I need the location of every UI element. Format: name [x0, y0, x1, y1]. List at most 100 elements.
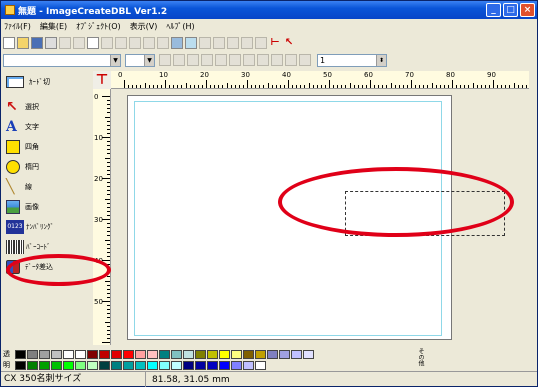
color-swatch[interactable] [99, 360, 110, 370]
maximize-button[interactable]: □ [503, 3, 518, 17]
zoom-fit-icon[interactable] [241, 37, 253, 49]
minimize-button[interactable]: _ [486, 3, 501, 17]
open-folder-icon[interactable] [17, 37, 29, 49]
font-size-select[interactable]: ▼ [125, 53, 155, 67]
color-swatch[interactable] [303, 349, 314, 359]
tool-numbering[interactable]: 0123 ﾅﾝﾊﾞﾘﾝｸﾞ [3, 217, 93, 237]
color-swatch[interactable] [147, 360, 158, 370]
underline-icon[interactable] [229, 54, 241, 66]
color-swatch[interactable] [159, 360, 170, 370]
color-swatch[interactable] [27, 360, 38, 370]
card-toggle-tool[interactable]: ｶｰﾄﾞ切 [3, 71, 93, 93]
color-swatch[interactable] [135, 349, 146, 359]
color-swatch[interactable] [51, 349, 62, 359]
color-swatch[interactable] [255, 360, 266, 370]
color-swatch[interactable] [39, 360, 50, 370]
color-swatch[interactable] [75, 349, 86, 359]
color-swatch[interactable] [123, 360, 134, 370]
color-swatch[interactable] [207, 360, 218, 370]
color-swatch[interactable] [123, 349, 134, 359]
tool-line[interactable]: ╲ 線 [3, 177, 93, 197]
italic-icon[interactable] [215, 54, 227, 66]
vertical-text-icon[interactable] [243, 54, 255, 66]
color-swatch[interactable] [135, 360, 146, 370]
tool-select[interactable]: ↖ 選択 [3, 97, 93, 117]
line-style-icon[interactable] [299, 54, 311, 66]
tool-ellipse[interactable]: 楕円 [3, 157, 93, 177]
pointer-icon[interactable]: ↖ [283, 37, 295, 49]
size-spinner[interactable]: 1 ⬍ [317, 53, 387, 67]
redo-icon[interactable] [129, 37, 141, 49]
spinner-arrows-icon[interactable]: ⬍ [376, 54, 386, 66]
cut-icon[interactable] [59, 37, 71, 49]
color-swatch[interactable] [63, 349, 74, 359]
color-swatch[interactable] [159, 349, 170, 359]
color-swatch[interactable] [111, 349, 122, 359]
color-swatch[interactable] [195, 360, 206, 370]
print-icon[interactable] [45, 37, 57, 49]
ruler-toggle-icon[interactable]: ⊢ [269, 37, 281, 49]
align-center-icon[interactable] [173, 54, 185, 66]
menu-view[interactable]: 表示(V) [130, 21, 158, 32]
color-swatch[interactable] [27, 349, 38, 359]
color-swatch[interactable] [99, 349, 110, 359]
paste-icon[interactable] [87, 37, 99, 49]
tool-rectangle[interactable]: 四角 [3, 137, 93, 157]
color-swatch[interactable] [111, 360, 122, 370]
line-width-icon[interactable] [285, 54, 297, 66]
color-swatch[interactable] [219, 360, 230, 370]
color-swatch[interactable] [195, 349, 206, 359]
group-icon[interactable] [171, 37, 183, 49]
color-swatch[interactable] [255, 349, 266, 359]
color-swatch[interactable] [51, 360, 62, 370]
color-swatch[interactable] [291, 349, 302, 359]
color-swatch[interactable] [147, 349, 158, 359]
ungroup-icon[interactable] [185, 37, 197, 49]
align-left-icon[interactable] [159, 54, 171, 66]
color-swatch[interactable] [219, 349, 230, 359]
undo-icon[interactable] [115, 37, 127, 49]
new-file-icon[interactable] [3, 37, 15, 49]
color-swatch[interactable] [87, 360, 98, 370]
zoom-page-icon[interactable] [255, 37, 267, 49]
back-icon[interactable] [157, 37, 169, 49]
color-swatch[interactable] [231, 349, 242, 359]
color-swatch[interactable] [87, 349, 98, 359]
color-swatch[interactable] [15, 360, 26, 370]
font-select[interactable]: ▼ [3, 53, 121, 67]
front-icon[interactable] [143, 37, 155, 49]
align-right-icon[interactable] [187, 54, 199, 66]
copy-icon[interactable] [73, 37, 85, 49]
color-swatch[interactable] [15, 349, 26, 359]
more-colors-button[interactable]: その他 [413, 348, 424, 370]
menu-file[interactable]: ﾌｧｲﾙ(F) [4, 21, 31, 32]
color-swatch[interactable] [75, 360, 86, 370]
color-swatch[interactable] [243, 360, 254, 370]
menu-help[interactable]: ﾍﾙﾌﾟ(H) [166, 21, 194, 32]
color-swatch[interactable] [63, 360, 74, 370]
color-swatch[interactable] [183, 360, 194, 370]
tool-text[interactable]: A 文字 [3, 117, 93, 137]
bold-icon[interactable] [201, 54, 213, 66]
ruler-corner-icon[interactable]: ⊤ [93, 71, 111, 89]
menu-object[interactable]: ｵﾌﾞｼﾞｪｸﾄ(O) [76, 21, 121, 32]
close-button[interactable]: × [520, 3, 535, 17]
color-swatch[interactable] [267, 349, 278, 359]
color-swatch[interactable] [279, 349, 290, 359]
zoom-out-icon[interactable] [227, 37, 239, 49]
color-swatch[interactable] [243, 349, 254, 359]
color-swatch[interactable] [231, 360, 242, 370]
delete-icon[interactable] [101, 37, 113, 49]
color-swatch[interactable] [207, 349, 218, 359]
color-swatch[interactable] [183, 349, 194, 359]
menu-edit[interactable]: 編集(E) [40, 21, 67, 32]
save-icon[interactable] [31, 37, 43, 49]
color-swatch[interactable] [171, 360, 182, 370]
vertical-scrollbar[interactable] [529, 71, 537, 346]
fill-icon[interactable] [271, 54, 283, 66]
zoom-in-icon[interactable] [213, 37, 225, 49]
text-frame-icon[interactable] [257, 54, 269, 66]
tool-image[interactable]: 画像 [3, 197, 93, 217]
grid-icon[interactable] [199, 37, 211, 49]
color-swatch[interactable] [39, 349, 50, 359]
